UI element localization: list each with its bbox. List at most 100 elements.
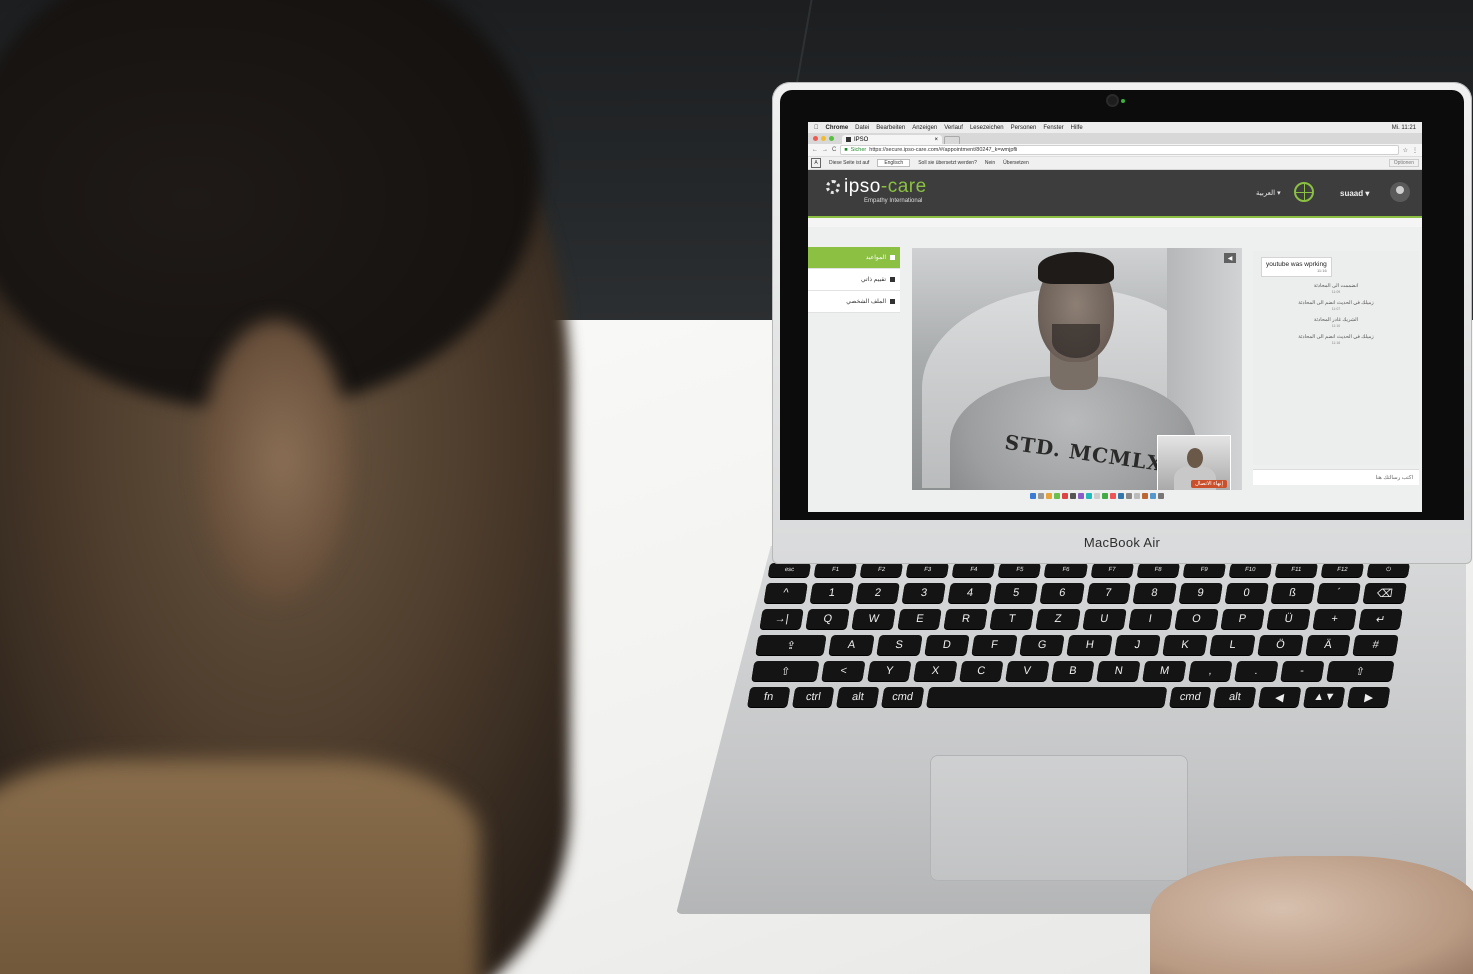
- menubar-item[interactable]: Fenster: [1043, 125, 1063, 131]
- keyboard-key[interactable]: F3: [906, 563, 950, 577]
- dock-app-icon[interactable]: [1150, 492, 1156, 499]
- keyboard-key[interactable]: cmd: [881, 687, 925, 707]
- keyboard-key[interactable]: ⇪: [755, 635, 827, 655]
- menubar-item[interactable]: Datei: [855, 125, 869, 131]
- keyboard-key[interactable]: <: [821, 661, 866, 681]
- keyboard-key[interactable]: X: [913, 661, 958, 681]
- dock-app-icon[interactable]: [1038, 492, 1044, 499]
- keyboard-key[interactable]: E: [897, 609, 943, 629]
- keyboard-key[interactable]: F2: [859, 563, 904, 577]
- close-tab-icon[interactable]: ×: [934, 137, 938, 143]
- keyboard-key[interactable]: alt: [1213, 687, 1257, 707]
- menubar-item[interactable]: Verlauf: [944, 125, 963, 131]
- keyboard-key[interactable]: G: [1019, 635, 1066, 655]
- keyboard-key[interactable]: ⇧: [751, 661, 820, 681]
- keyboard-key[interactable]: F10: [1228, 563, 1272, 577]
- dock-app-icon[interactable]: [1126, 492, 1132, 499]
- keyboard-key[interactable]: F7: [1090, 563, 1134, 577]
- address-bar[interactable]: ■ Sicher https://secure.ipso-care.com/#/…: [840, 145, 1399, 155]
- keyboard-key[interactable]: Y: [867, 661, 912, 681]
- dock-app-icon[interactable]: [1094, 492, 1100, 499]
- translate-no-button[interactable]: Nein: [985, 160, 995, 166]
- keyboard-key[interactable]: .: [1234, 661, 1279, 681]
- keyboard-key[interactable]: -: [1280, 661, 1325, 681]
- dock-app-icon[interactable]: [1142, 492, 1148, 499]
- keyboard-key[interactable]: M: [1142, 661, 1187, 681]
- keyboard-key[interactable]: ▶: [1347, 687, 1391, 707]
- keyboard-key[interactable]: K: [1162, 635, 1208, 655]
- keyboard-key[interactable]: ↵: [1358, 609, 1403, 629]
- sidebar-item-profile[interactable]: الملف الشخصي: [808, 291, 900, 313]
- dock-app-icon[interactable]: [1102, 492, 1108, 499]
- keyboard-key[interactable]: 2: [855, 583, 901, 603]
- user-menu[interactable]: suaad ▾: [1340, 189, 1369, 198]
- keyboard-key[interactable]: ^: [763, 583, 808, 603]
- keyboard-key[interactable]: F11: [1274, 563, 1318, 577]
- dock-app-icon[interactable]: [1046, 492, 1052, 499]
- globe-icon[interactable]: [1294, 182, 1314, 202]
- menubar-item[interactable]: Personen: [1011, 125, 1037, 131]
- keyboard-key[interactable]: cmd: [1168, 687, 1212, 707]
- minimize-window-button[interactable]: [821, 136, 826, 141]
- keyboard-key[interactable]: 7: [1086, 583, 1131, 603]
- keyboard-key[interactable]: fn: [747, 687, 791, 707]
- close-window-button[interactable]: [813, 136, 818, 141]
- keyboard-key[interactable]: P: [1220, 609, 1265, 629]
- keyboard-key[interactable]: 4: [947, 583, 993, 603]
- menubar-item[interactable]: Hilfe: [1071, 125, 1083, 131]
- keyboard-key[interactable]: Q: [805, 609, 850, 629]
- dock-app-icon[interactable]: [1110, 492, 1116, 499]
- keyboard-key[interactable]: ▲▼: [1302, 687, 1346, 707]
- keyboard-key[interactable]: ,: [1188, 661, 1233, 681]
- keyboard-key[interactable]: F9: [1182, 563, 1226, 577]
- dock-app-icon[interactable]: [1118, 492, 1124, 499]
- translate-options-button[interactable]: Optionen: [1388, 159, 1419, 167]
- keyboard-key[interactable]: Ö: [1257, 635, 1304, 655]
- keyboard-key[interactable]: S: [876, 635, 923, 655]
- menubar-item[interactable]: Chrome: [826, 125, 849, 131]
- keyboard-key[interactable]: F8: [1136, 563, 1180, 577]
- end-call-button[interactable]: إنهاء الاتصال: [1190, 480, 1227, 488]
- browser-tab[interactable]: IPSO ×: [842, 135, 942, 144]
- keyboard-key[interactable]: J: [1114, 635, 1161, 655]
- language-select[interactable]: Englisch: [877, 159, 911, 167]
- keyboard-key[interactable]: #: [1352, 635, 1399, 655]
- ipso-care-logo[interactable]: ipso-care: [826, 176, 927, 198]
- dock-app-icon[interactable]: [1158, 492, 1164, 499]
- keyboard-key[interactable]: esc: [767, 563, 812, 577]
- dock-app-icon[interactable]: [1062, 492, 1068, 499]
- keyboard-key[interactable]: ⌫: [1362, 583, 1407, 603]
- keyboard-key[interactable]: ´: [1316, 583, 1361, 603]
- keyboard-key[interactable]: Ä: [1305, 635, 1351, 655]
- bookmark-star-icon[interactable]: ☆: [1403, 147, 1408, 154]
- keyboard-key[interactable]: F6: [1044, 563, 1088, 577]
- new-tab-button[interactable]: [944, 136, 960, 144]
- keyboard-key[interactable]: B: [1050, 661, 1095, 681]
- keyboard-key[interactable]: +: [1312, 609, 1357, 629]
- sidebar-item-self-assessment[interactable]: تقييم ذاتي: [808, 269, 900, 291]
- menubar-item[interactable]: Anzeigen: [912, 125, 937, 131]
- menubar-item[interactable]: Bearbeiten: [876, 125, 905, 131]
- dock-app-icon[interactable]: [1054, 492, 1060, 499]
- keyboard-key[interactable]: 1: [809, 583, 854, 603]
- keyboard-key[interactable]: O: [1174, 609, 1219, 629]
- keyboard-key[interactable]: ◀: [1258, 687, 1302, 707]
- keyboard-key[interactable]: Z: [1036, 609, 1081, 629]
- keyboard-key[interactable]: F5: [998, 563, 1042, 577]
- zoom-window-button[interactable]: [829, 136, 834, 141]
- avatar[interactable]: [1390, 182, 1410, 202]
- keyboard-key[interactable]: ctrl: [791, 687, 835, 707]
- trackpad[interactable]: [930, 755, 1188, 881]
- keyboard-key[interactable]: I: [1128, 609, 1173, 629]
- translate-yes-button[interactable]: Übersetzen: [1003, 160, 1029, 166]
- dock-app-icon[interactable]: [1078, 492, 1084, 499]
- speaker-icon[interactable]: ◀: [1224, 253, 1236, 263]
- forward-icon[interactable]: →: [822, 147, 828, 153]
- keyboard-key[interactable]: A: [828, 635, 875, 655]
- language-menu[interactable]: العربية ▾: [1256, 189, 1281, 197]
- keyboard-key[interactable]: F: [971, 635, 1018, 655]
- keyboard-key[interactable]: U: [1082, 609, 1127, 629]
- menubar-clock[interactable]: Mi. 11:21: [1392, 125, 1416, 131]
- dock-app-icon[interactable]: [1030, 492, 1036, 499]
- keyboard-key[interactable]: D: [923, 635, 970, 655]
